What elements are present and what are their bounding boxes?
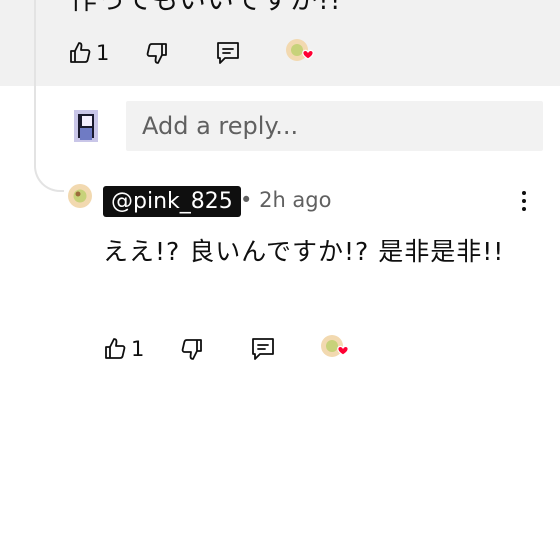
thumbs-down-icon xyxy=(180,337,204,361)
like-button[interactable]: 1 xyxy=(68,41,109,65)
creator-heart[interactable] xyxy=(320,334,352,364)
more-options-button[interactable] xyxy=(516,190,532,212)
commenter-handle[interactable]: @pink_825 xyxy=(103,186,241,217)
comment-text: ええ!? 良いんですか!? 是非是非!! xyxy=(103,237,505,266)
creator-heart[interactable] xyxy=(285,38,317,68)
dislike-button[interactable] xyxy=(145,41,169,65)
comment-timestamp[interactable]: 2h ago xyxy=(259,188,331,212)
thumbs-down-icon xyxy=(145,41,169,65)
dislike-button[interactable] xyxy=(180,337,204,361)
like-count: 1 xyxy=(131,337,145,361)
comment-meta: • 2h ago xyxy=(240,188,331,212)
commenter-avatar[interactable] xyxy=(68,184,92,208)
reply-icon xyxy=(215,40,241,66)
previous-comment-text: 作ってもいいですか!! xyxy=(70,0,342,16)
comment-actions: 1 xyxy=(103,334,352,364)
creator-heart-icon xyxy=(320,334,352,364)
user-avatar[interactable] xyxy=(74,110,98,142)
creator-heart-icon xyxy=(285,38,317,68)
meta-separator: • xyxy=(240,188,253,212)
reply-button[interactable] xyxy=(215,40,241,66)
thumbs-up-icon xyxy=(68,41,92,65)
like-button[interactable]: 1 xyxy=(103,337,144,361)
like-count: 1 xyxy=(96,41,110,65)
reply-input-box[interactable] xyxy=(126,101,543,151)
reply-button[interactable] xyxy=(250,336,276,362)
more-vert-icon xyxy=(516,191,532,216)
reply-icon xyxy=(250,336,276,362)
thumbs-up-icon xyxy=(103,337,127,361)
reply-input[interactable] xyxy=(126,101,543,151)
thread-connector-line xyxy=(34,0,64,192)
previous-comment-actions: 1 xyxy=(68,38,317,68)
